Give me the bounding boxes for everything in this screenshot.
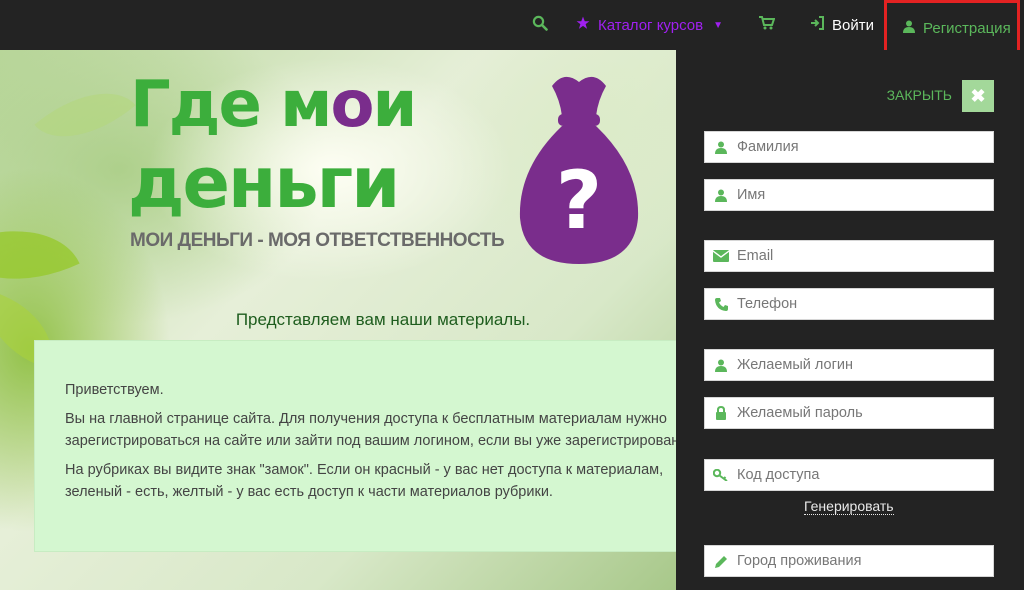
catalog-label: Каталог курсов	[598, 16, 704, 34]
envelope-icon	[713, 250, 729, 262]
logo-text-line2: деньги	[128, 142, 400, 224]
paragraph-line: Вы на главной странице сайта. Для получе…	[65, 411, 667, 427]
star-icon	[576, 16, 590, 34]
phone-icon	[713, 297, 729, 311]
catalog-menu[interactable]: Каталог курсов ▼	[576, 0, 723, 50]
close-button[interactable]: ✖	[962, 80, 994, 112]
login-label: Войти	[832, 16, 874, 34]
pencil-icon	[713, 555, 729, 568]
logo-tagline: МОИ ДЕНЬГИ - МОЯ ОТВЕТСТВЕННОСТЬ	[130, 230, 505, 251]
welcome-paragraph: На рубриках вы видите знак "замок". Если…	[65, 459, 663, 503]
logo-text-part: и	[372, 68, 417, 142]
paragraph-line: зарегистрироваться на сайте или зайти по…	[65, 433, 676, 449]
user-icon	[713, 141, 729, 154]
email-input[interactable]	[737, 248, 987, 264]
close-label[interactable]: ЗАКРЫТЬ	[887, 87, 952, 103]
logo-text-line1: Где мoи	[130, 68, 417, 142]
key-icon	[713, 469, 729, 481]
registration-panel: ЗАКРЫТЬ ✖ Генерировать	[676, 50, 1024, 590]
money-bag-icon: ?	[519, 76, 639, 264]
welcome-box: Приветствуем. Вы на главной странице сай…	[34, 340, 676, 552]
generate-code-link[interactable]: Генерировать	[804, 498, 894, 515]
welcome-paragraph: Вы на главной странице сайта. Для получе…	[65, 408, 676, 452]
caret-down-icon: ▼	[713, 19, 723, 31]
user-icon	[713, 359, 729, 372]
paragraph-line: На рубриках вы видите знак "замок". Если…	[65, 462, 664, 478]
top-navbar: Каталог курсов ▼ Войти Регистрация	[0, 0, 1024, 56]
hero-subtitle: Представляем вам наши материалы.	[235, 310, 531, 329]
login-input[interactable]	[737, 357, 987, 373]
user-icon	[713, 189, 729, 202]
lock-icon	[713, 406, 729, 420]
search-icon	[532, 15, 548, 35]
last-name-input[interactable]	[737, 139, 987, 155]
access-code-input[interactable]	[737, 467, 987, 483]
close-icon: ✖	[970, 85, 986, 106]
first-name-input[interactable]	[737, 187, 987, 203]
email-field[interactable]	[704, 240, 994, 272]
paragraph-line: зеленый - есть, желтый - у вас есть дост…	[65, 484, 553, 500]
decorative-leaf	[0, 200, 80, 310]
register-label: Регистрация	[923, 19, 1011, 37]
phone-field[interactable]	[704, 288, 994, 320]
decorative-leaf	[34, 66, 136, 164]
magnifier-icon: o	[330, 68, 374, 142]
phone-input[interactable]	[737, 296, 987, 312]
city-input[interactable]	[737, 553, 987, 569]
password-field[interactable]	[704, 397, 994, 429]
login-field[interactable]	[704, 349, 994, 381]
cart-button[interactable]	[759, 0, 776, 50]
shopping-cart-icon	[759, 16, 776, 34]
last-name-field[interactable]	[704, 131, 994, 163]
svg-text:?: ?	[556, 154, 602, 247]
access-code-field[interactable]	[704, 459, 994, 491]
logo-text-part: Где м	[130, 68, 332, 142]
password-input[interactable]	[737, 405, 987, 421]
city-field[interactable]	[704, 545, 994, 577]
close-row: ЗАКРЫТЬ ✖	[676, 80, 994, 112]
sign-in-icon	[810, 16, 824, 34]
hero-banner: Где мoи деньги МОИ ДЕНЬГИ - МОЯ ОТВЕТСТВ…	[0, 50, 676, 590]
user-icon	[903, 20, 915, 37]
welcome-greeting: Приветствуем.	[65, 382, 164, 398]
search-button[interactable]	[532, 0, 548, 50]
first-name-field[interactable]	[704, 179, 994, 211]
login-link[interactable]: Войти	[810, 0, 874, 50]
register-link[interactable]: Регистрация	[884, 0, 1020, 56]
